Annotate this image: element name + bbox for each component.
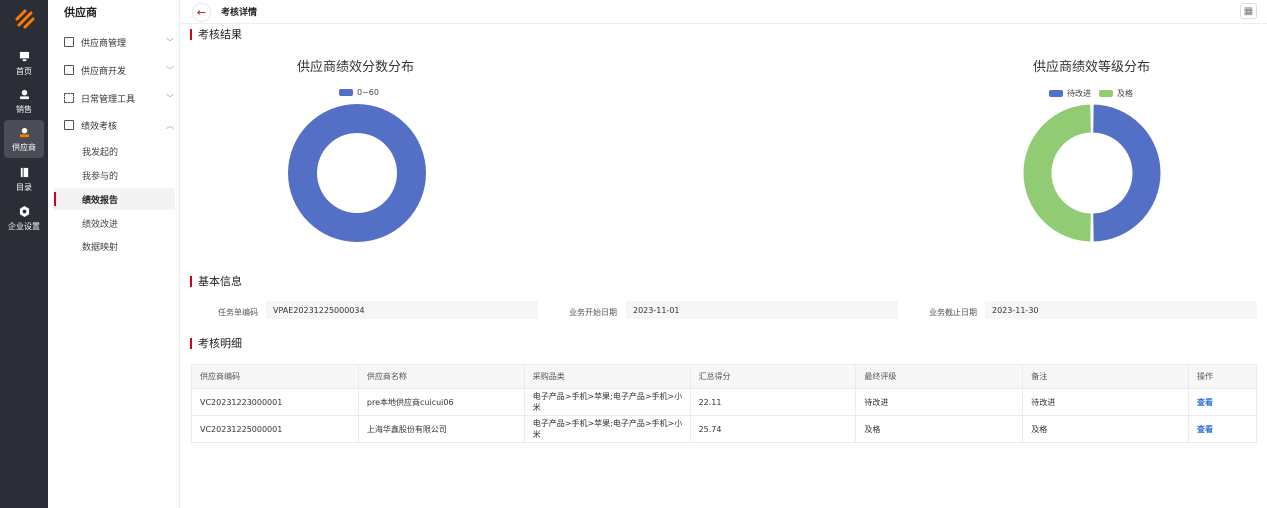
user-icon — [17, 87, 31, 101]
section-title-detail: 考核明细 — [190, 338, 242, 349]
submenu-label: 我发起的 — [82, 147, 119, 158]
donut-chart-grade — [1022, 103, 1162, 243]
submenu-label: 我参与的 — [82, 171, 119, 182]
app-rail: 首页 销售 供应商 目录 企业设置 — [0, 0, 48, 508]
settings-icon — [17, 204, 31, 218]
menu-label: 日常管理工具 — [81, 94, 136, 105]
submenu-label: 绩效报告 — [82, 195, 119, 206]
submenu-data-mapping[interactable]: 数据映射 — [54, 235, 175, 257]
column-header: 操作 — [1188, 364, 1257, 389]
legend-swatch — [339, 89, 353, 96]
menu-label: 供应商管理 — [81, 38, 127, 49]
table-cell: pre本地供应商cuicui06 — [357, 388, 525, 416]
rail-item-label: 企业设置 — [8, 222, 40, 231]
submenu-label: 数据映射 — [82, 242, 119, 253]
task-no-label: 任务单编码 — [218, 308, 258, 317]
layout-button[interactable]: ▦ — [1240, 3, 1257, 19]
rail-item-label: 首页 — [16, 67, 32, 76]
chart-icon — [64, 120, 74, 130]
table-header-row: 供应商编码 供应商名称 采购品类 汇总得分 最终评级 备注 操作 — [191, 364, 1257, 389]
table-cell: 上海华鑫股份有限公司 — [357, 415, 525, 443]
rail-item-label: 销售 — [16, 105, 32, 114]
chart-title-score: 供应商绩效分数分布 — [297, 60, 415, 75]
table-cell-action: 查看 — [1188, 388, 1257, 416]
table-row: VC20231225000001 上海华鑫股份有限公司 电子产品>手机>苹果;电… — [191, 415, 1257, 443]
task-no-field: VPAE20231225000034 — [266, 301, 538, 319]
start-date-field: 2023-11-01 — [626, 301, 898, 319]
chevron-down-icon: ﹀ — [166, 37, 174, 47]
rail-item-supplier[interactable]: 供应商 — [4, 120, 44, 158]
list-icon — [64, 37, 74, 47]
table-cell: 22.11 — [689, 388, 857, 416]
menu-label: 绩效考核 — [81, 121, 118, 132]
rail-item-settings[interactable]: 企业设置 — [4, 199, 44, 237]
table-cell: 25.74 — [689, 415, 857, 443]
submenu-initiated[interactable]: 我发起的 — [54, 140, 175, 162]
table-cell: 待改进 — [855, 388, 1024, 416]
section-title-basic: 基本信息 — [190, 276, 242, 287]
view-link[interactable]: 查看 — [1197, 425, 1213, 434]
page-title: 考核详情 — [221, 8, 258, 18]
column-header: 供应商名称 — [357, 364, 525, 389]
chevron-down-icon: ﹀ — [166, 93, 174, 103]
menu-supplier-development[interactable]: 供应商开发 ﹀ — [64, 61, 174, 79]
submenu-label: 绩效改进 — [82, 219, 119, 230]
rail-item-sales[interactable]: 销售 — [4, 82, 44, 120]
table-cell-action: 查看 — [1188, 415, 1257, 443]
chevron-down-icon: ﹀ — [166, 65, 174, 75]
column-header: 供应商编码 — [191, 364, 359, 389]
column-header: 最终评级 — [855, 364, 1024, 389]
chevron-up-icon: ︿ — [166, 120, 174, 130]
app-logo-icon — [15, 9, 35, 29]
table-cell: VC20231223000001 — [191, 388, 359, 416]
detail-table: 供应商编码 供应商名称 采购品类 汇总得分 最终评级 备注 操作 VC20231… — [191, 364, 1257, 443]
menu-supplier-management[interactable]: 供应商管理 ﹀ — [64, 33, 174, 51]
table-cell: 及格 — [855, 415, 1024, 443]
menu-label: 供应商开发 — [81, 66, 127, 77]
sidebar-title: 供应商 — [64, 6, 97, 19]
end-date-field: 2023-11-30 — [985, 301, 1257, 319]
rail-item-catalog[interactable]: 目录 — [4, 160, 44, 198]
table-cell: VC20231225000001 — [191, 415, 359, 443]
end-date-label: 业务截止日期 — [929, 308, 977, 317]
donut-chart-score — [288, 104, 426, 242]
column-header: 备注 — [1022, 364, 1190, 389]
rail-item-label: 目录 — [16, 183, 32, 192]
donut-slice-pass[interactable] — [1022, 103, 1092, 243]
supplier-icon — [17, 125, 31, 139]
chart-title-grade: 供应商绩效等级分布 — [1033, 60, 1151, 75]
submenu-performance-improvement[interactable]: 绩效改进 — [54, 212, 175, 234]
submenu-participated[interactable]: 我参与的 — [54, 164, 175, 186]
sidebar: 供应商 供应商管理 ﹀ 供应商开发 ﹀ 日常管理工具 ﹀ 绩效考核 ︿ 我发起的… — [48, 0, 180, 508]
layout-icon: ▦ — [1243, 5, 1254, 17]
column-header: 汇总得分 — [689, 364, 857, 389]
rail-item-home[interactable]: 首页 — [4, 44, 44, 82]
table-cell: 电子产品>手机>苹果;电子产品>手机>小米 — [523, 415, 691, 443]
develop-icon — [64, 65, 74, 75]
donut-slice-0-60[interactable] — [288, 104, 426, 242]
catalog-icon — [17, 165, 31, 179]
table-cell: 电子产品>手机>苹果;电子产品>手机>小米 — [523, 388, 691, 416]
section-title-result: 考核结果 — [190, 29, 242, 40]
rail-item-label: 供应商 — [12, 143, 36, 152]
grid-icon — [64, 93, 74, 103]
submenu-performance-report[interactable]: 绩效报告 — [54, 188, 175, 210]
back-button[interactable]: ← — [193, 4, 210, 21]
table-cell: 待改进 — [1022, 388, 1190, 416]
arrow-left-icon: ← — [196, 6, 207, 19]
menu-performance[interactable]: 绩效考核 ︿ — [64, 116, 174, 134]
table-row: VC20231223000001 pre本地供应商cuicui06 电子产品>手… — [191, 388, 1257, 416]
top-bar: ← 考核详情 ▦ — [181, 0, 1267, 24]
column-header: 采购品类 — [523, 364, 691, 389]
menu-daily-tools[interactable]: 日常管理工具 ﹀ — [64, 89, 174, 107]
monitor-icon — [17, 49, 31, 63]
start-date-label: 业务开始日期 — [569, 308, 617, 317]
view-link[interactable]: 查看 — [1197, 398, 1213, 407]
table-cell: 及格 — [1022, 415, 1190, 443]
donut-slice-needs-improvement[interactable] — [1092, 103, 1162, 243]
